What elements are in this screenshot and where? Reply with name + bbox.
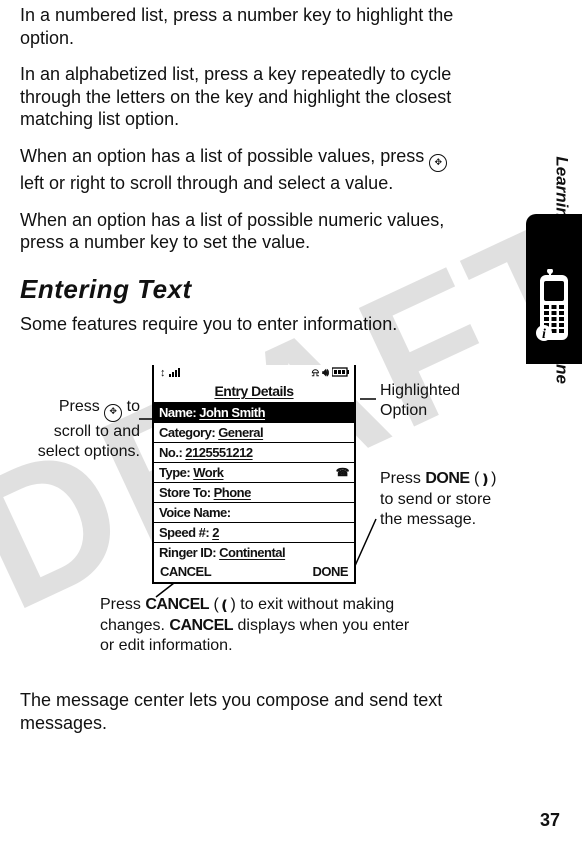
screen-diagram: Press ✥ to scroll to and select options.…	[20, 349, 480, 649]
paragraph: In a numbered list, press a number key t…	[20, 4, 476, 49]
screen-row-store-to[interactable]: Store To: Phone	[154, 483, 354, 503]
paragraph: In an alphabetized list, press a key rep…	[20, 63, 476, 131]
phone-screen: ↕ ⍾ 🔊︎ Entry Details Name: John Smith	[152, 365, 356, 584]
row-label: Speed #:	[159, 525, 209, 540]
text-run: (	[470, 470, 480, 487]
signal-icon	[169, 367, 183, 380]
text-run: When an option has a list of possible va…	[20, 146, 429, 166]
softkey-bar: CANCEL DONE	[154, 562, 354, 582]
status-right: ⍾ 🔊︎	[312, 367, 350, 380]
paragraph: The message center lets you compose and …	[20, 689, 476, 734]
alert-icon: ⍾	[312, 367, 319, 380]
nav-key-icon: ✥	[429, 154, 447, 172]
left-softkey[interactable]: CANCEL	[160, 564, 211, 579]
text-run: (	[209, 596, 219, 613]
row-value: John Smith	[199, 405, 265, 420]
row-value: General	[218, 425, 263, 440]
screen-row-type[interactable]: Type: Work ☎︎	[154, 463, 354, 483]
row-label: No.:	[159, 445, 182, 460]
text-run: Press	[100, 596, 145, 613]
phone-icon: i	[534, 269, 574, 344]
chapter-tab: i	[526, 214, 582, 364]
screen-row-number[interactable]: No.: 2125551212	[154, 443, 354, 463]
left-softkey-icon: ❪	[219, 598, 231, 616]
callout-cancel: Press CANCEL (❪) to exit without making …	[100, 595, 420, 656]
text-run: Press	[59, 398, 104, 415]
status-left: ↕	[160, 367, 183, 380]
row-label: Name:	[159, 405, 196, 420]
sound-icon: 🔊︎	[322, 367, 329, 380]
callout-scroll: Press ✥ to scroll to and select options.	[20, 397, 140, 462]
page-number: 37	[540, 810, 560, 831]
callout-done: Press DONE (❫) to send or store the mess…	[380, 469, 500, 530]
right-softkey-icon: ❫	[479, 472, 491, 490]
nav-key-icon: ✥	[104, 404, 122, 422]
row-label: Type:	[159, 465, 190, 480]
done-label: DONE	[425, 470, 469, 487]
battery-icon	[332, 367, 350, 380]
svg-text:i: i	[542, 327, 546, 342]
row-value: 2125551212	[185, 445, 252, 460]
dial-icon: ☎︎	[336, 466, 349, 479]
row-value: 2	[212, 525, 219, 540]
section-heading: Entering Text	[20, 274, 476, 305]
row-value: Phone	[214, 485, 251, 500]
network-icon: ↕	[160, 367, 166, 379]
row-label: Category:	[159, 425, 215, 440]
callout-highlighted-option: Highlighted Option	[380, 381, 490, 421]
text-run: left or right to scroll through and sele…	[20, 173, 393, 193]
paragraph: When an option has a list of possible va…	[20, 145, 476, 195]
row-label: Ringer ID:	[159, 545, 216, 560]
status-bar: ↕ ⍾ 🔊︎	[154, 365, 354, 381]
paragraph: When an option has a list of possible nu…	[20, 209, 476, 254]
screen-row-voice-name[interactable]: Voice Name:	[154, 503, 354, 523]
text-run: Press	[380, 470, 425, 487]
row-value: Continental	[219, 545, 285, 560]
row-label: Voice Name:	[159, 505, 231, 520]
screen-row-ringer-id[interactable]: Ringer ID: Continental	[154, 543, 354, 562]
cancel-label: CANCEL	[169, 617, 233, 634]
chapter-tab-block: i	[526, 214, 582, 364]
screen-row-name[interactable]: Name: John Smith	[154, 403, 354, 423]
screen-row-category[interactable]: Category: General	[154, 423, 354, 443]
right-softkey[interactable]: DONE	[312, 564, 348, 579]
row-label: Store To:	[159, 485, 211, 500]
row-value: Work	[193, 465, 223, 480]
screen-title: Entry Details	[154, 381, 354, 403]
cancel-label: CANCEL	[145, 596, 209, 613]
screen-row-speed[interactable]: Speed #: 2	[154, 523, 354, 543]
paragraph: Some features require you to enter infor…	[20, 313, 476, 336]
